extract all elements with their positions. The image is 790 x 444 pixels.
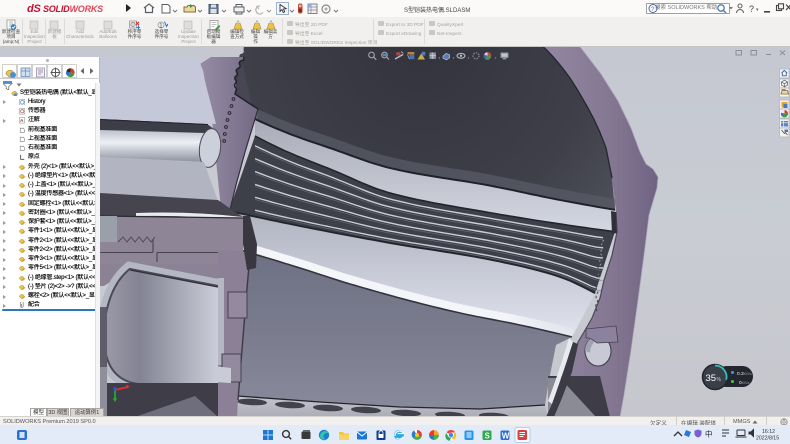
svg-text:35: 35 [706,373,717,384]
svg-text:1: 1 [159,23,163,29]
svg-text:W: W [502,432,510,441]
svg-text:?: ? [749,4,754,14]
svg-text:A: A [20,118,23,123]
svg-text:S: S [485,432,491,441]
svg-text:中: 中 [705,429,713,439]
svg-text:▾: ▾ [756,7,759,13]
svg-text:16:12: 16:12 [762,429,775,435]
svg-text:%: % [717,377,722,383]
svg-text:2022/8/15: 2022/8/15 [756,436,779,442]
